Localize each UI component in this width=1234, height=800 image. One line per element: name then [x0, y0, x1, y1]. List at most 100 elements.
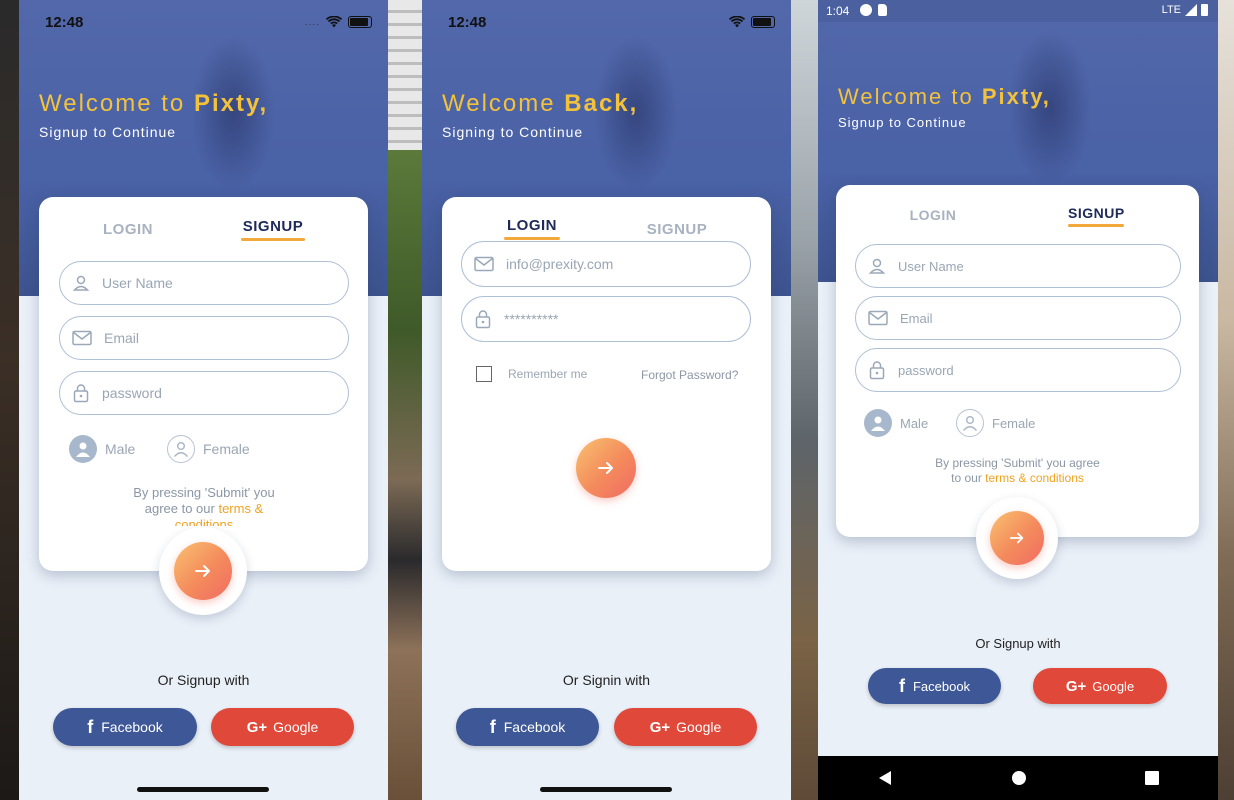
- female-label: Female: [203, 441, 250, 457]
- home-indicator[interactable]: [137, 787, 269, 792]
- or-signin-text: Or Signin with: [562, 672, 651, 688]
- submit-button-container: [159, 527, 247, 615]
- terms-link[interactable]: terms &: [218, 501, 263, 516]
- brand-name: Pixty,: [193, 90, 269, 117]
- email-input[interactable]: Email: [855, 296, 1181, 340]
- signup-screen-android: 1:04 LTE Welcome to Pixty, Signup to Con…: [818, 0, 1218, 800]
- mail-icon: [72, 330, 92, 346]
- facebook-button[interactable]: f Facebook: [53, 708, 197, 746]
- home-icon[interactable]: [1011, 770, 1027, 786]
- active-tab-underline: [1068, 224, 1124, 227]
- lock-icon: [475, 310, 491, 329]
- remember-me-label: Remember me: [508, 367, 588, 381]
- tab-login[interactable]: LOGIN: [504, 217, 560, 240]
- male-label: Male: [900, 415, 929, 431]
- facebook-icon: f: [898, 675, 905, 696]
- google-button[interactable]: G+ Google: [614, 708, 757, 746]
- submit-button[interactable]: [576, 438, 636, 498]
- password-input[interactable]: **********: [461, 296, 751, 342]
- username-placeholder: User Name: [898, 258, 964, 274]
- active-tab-underline: [504, 237, 560, 240]
- signup-card: LOGIN SIGNUP User Name Email password Ma…: [836, 185, 1199, 537]
- tab-login[interactable]: LOGIN: [900, 207, 966, 223]
- status-bar: 12:48 ....: [19, 0, 388, 44]
- lock-icon: [73, 384, 89, 403]
- gender-male-option[interactable]: Male: [864, 409, 928, 437]
- tab-login[interactable]: LOGIN: [95, 221, 161, 238]
- signup-card: LOGIN SIGNUP User Name Email password Ma…: [39, 197, 368, 571]
- arrow-right-icon: [1009, 532, 1024, 544]
- arrow-right-icon: [598, 462, 613, 474]
- or-signup-text: Or Signup with: [975, 636, 1061, 651]
- google-button[interactable]: G+ Google: [211, 708, 354, 746]
- status-time: 12:48: [448, 14, 487, 31]
- email-input[interactable]: Email: [59, 316, 349, 360]
- home-indicator[interactable]: [540, 787, 672, 792]
- password-input[interactable]: password: [855, 348, 1181, 392]
- username-input[interactable]: User Name: [59, 261, 349, 305]
- gender-female-option[interactable]: Female: [956, 409, 1035, 437]
- terms-text: By pressing 'Submit' you agree to our te…: [935, 456, 1100, 485]
- back-icon[interactable]: [877, 770, 893, 786]
- battery-icon: [751, 16, 775, 28]
- background-photo-far-right: [1218, 0, 1234, 800]
- or-signup-text: Or Signup with: [157, 672, 250, 688]
- tab-signup[interactable]: SIGNUP: [241, 218, 305, 241]
- password-value: **********: [504, 311, 559, 327]
- google-plus-icon: G+: [1065, 677, 1087, 695]
- email-placeholder: Email: [900, 310, 933, 326]
- battery-icon: [348, 16, 372, 28]
- male-avatar-icon: [69, 435, 97, 463]
- user-icon: [72, 275, 90, 291]
- username-placeholder: User Name: [102, 275, 173, 291]
- email-value: info@prexity.com: [506, 256, 614, 272]
- google-plus-icon: G+: [649, 718, 671, 736]
- tab-signup[interactable]: SIGNUP: [644, 221, 710, 238]
- status-bar: 1:04 LTE: [818, 0, 1218, 22]
- facebook-button[interactable]: f Facebook: [456, 708, 599, 746]
- remember-me[interactable]: Remember me: [476, 366, 587, 382]
- brand-name: Pixty,: [981, 84, 1051, 109]
- conditions-link[interactable]: conditions: [99, 517, 309, 526]
- status-bar: 12:48: [422, 0, 791, 44]
- terms-link[interactable]: terms & conditions: [985, 471, 1084, 485]
- login-card: LOGIN SIGNUP info@prexity.com **********…: [442, 197, 771, 571]
- status-time: 12:48: [45, 14, 84, 31]
- tab-signup[interactable]: SIGNUP: [1068, 205, 1124, 227]
- submit-button[interactable]: [174, 542, 232, 600]
- gender-female-option[interactable]: Female: [167, 435, 250, 463]
- google-button[interactable]: G+ Google: [1033, 668, 1167, 704]
- background-photo-middle: [388, 0, 422, 800]
- gender-male-option[interactable]: Male: [69, 435, 135, 463]
- active-tab-underline: [241, 238, 305, 241]
- facebook-button[interactable]: f Facebook: [868, 668, 1001, 704]
- password-input[interactable]: password: [59, 371, 349, 415]
- welcome-subtitle: Signup to Continue: [39, 124, 177, 140]
- welcome-subtitle: Signup to Continue: [838, 115, 967, 130]
- forgot-password-link[interactable]: Forgot Password?: [641, 368, 738, 382]
- signal-dots-icon: ....: [304, 16, 320, 28]
- welcome-back-text: Back,: [564, 90, 639, 117]
- notification-icon: [860, 4, 872, 16]
- remember-me-checkbox[interactable]: [476, 366, 492, 382]
- arrow-right-icon: [195, 565, 210, 577]
- lock-icon: [869, 361, 885, 380]
- signal-icon: [1185, 4, 1197, 16]
- recents-icon[interactable]: [1145, 771, 1159, 785]
- submit-button[interactable]: [990, 511, 1044, 565]
- welcome-heading: Welcome to Pixty,: [838, 84, 1051, 109]
- welcome-heading: Welcome to Pixty,: [39, 90, 269, 117]
- status-time: 1:04: [826, 4, 850, 18]
- sd-card-icon: [878, 4, 887, 16]
- mail-icon: [474, 256, 494, 272]
- mail-icon: [868, 310, 888, 326]
- email-placeholder: Email: [104, 330, 140, 346]
- female-avatar-icon: [956, 409, 984, 437]
- background-photo-left: [0, 0, 19, 800]
- female-avatar-icon: [167, 435, 195, 463]
- login-screen-ios: 12:48 Welcome Back, Signing to Continue …: [422, 0, 791, 800]
- username-input[interactable]: User Name: [855, 244, 1181, 288]
- email-input[interactable]: info@prexity.com: [461, 241, 751, 287]
- wifi-icon: [729, 16, 745, 28]
- male-label: Male: [105, 441, 136, 457]
